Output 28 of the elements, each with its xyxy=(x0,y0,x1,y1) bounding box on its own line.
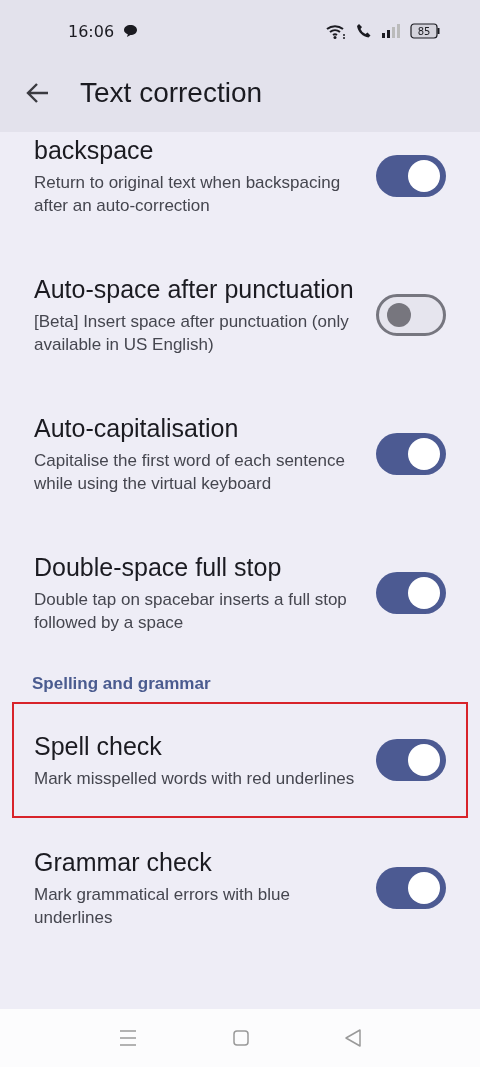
call-icon xyxy=(356,23,372,39)
back-nav-button[interactable] xyxy=(345,1029,361,1047)
section-header: Spelling and grammar xyxy=(31,673,212,695)
setting-description: Mark misspelled words with red underlines xyxy=(34,768,356,790)
toggle-switch[interactable] xyxy=(376,866,446,909)
clock: 16:06 xyxy=(68,21,115,41)
setting-title: Double-space full stop xyxy=(34,552,283,583)
setting-title: Auto-capitalisation xyxy=(34,413,240,444)
setting-title: Auto-space after punctuation xyxy=(34,274,355,305)
toggle-switch[interactable] xyxy=(376,432,446,475)
chat-bubble-icon xyxy=(124,25,138,37)
setting-title: backspace xyxy=(34,135,155,166)
wifi-icon xyxy=(326,23,346,39)
setting-description: Mark grammatical errors with blue underlines xyxy=(34,884,291,929)
toggle-switch[interactable] xyxy=(376,739,446,781)
setting-title: Spell check xyxy=(34,731,163,762)
toggle-switch[interactable] xyxy=(376,154,446,197)
toggle-switch[interactable] xyxy=(376,293,446,336)
setting-description: Double tap on spacebar inserts a full stop followed by a space xyxy=(34,589,348,634)
toggle-switch[interactable] xyxy=(376,571,446,614)
page-title: Text correction xyxy=(80,77,263,109)
setting-title: Grammar check xyxy=(34,847,213,878)
setting-description: Capitalise the first word of each sentence while using the virtual keyboard xyxy=(34,450,346,495)
home-button[interactable] xyxy=(233,1030,249,1046)
setting-description: [Beta] Insert space after punctuation (only available in US English) xyxy=(34,311,350,356)
setting-description: Return to original text when backspacing after an auto-correction xyxy=(34,172,342,217)
signal-icon xyxy=(382,24,400,38)
battery-icon: 85 xyxy=(410,23,440,39)
